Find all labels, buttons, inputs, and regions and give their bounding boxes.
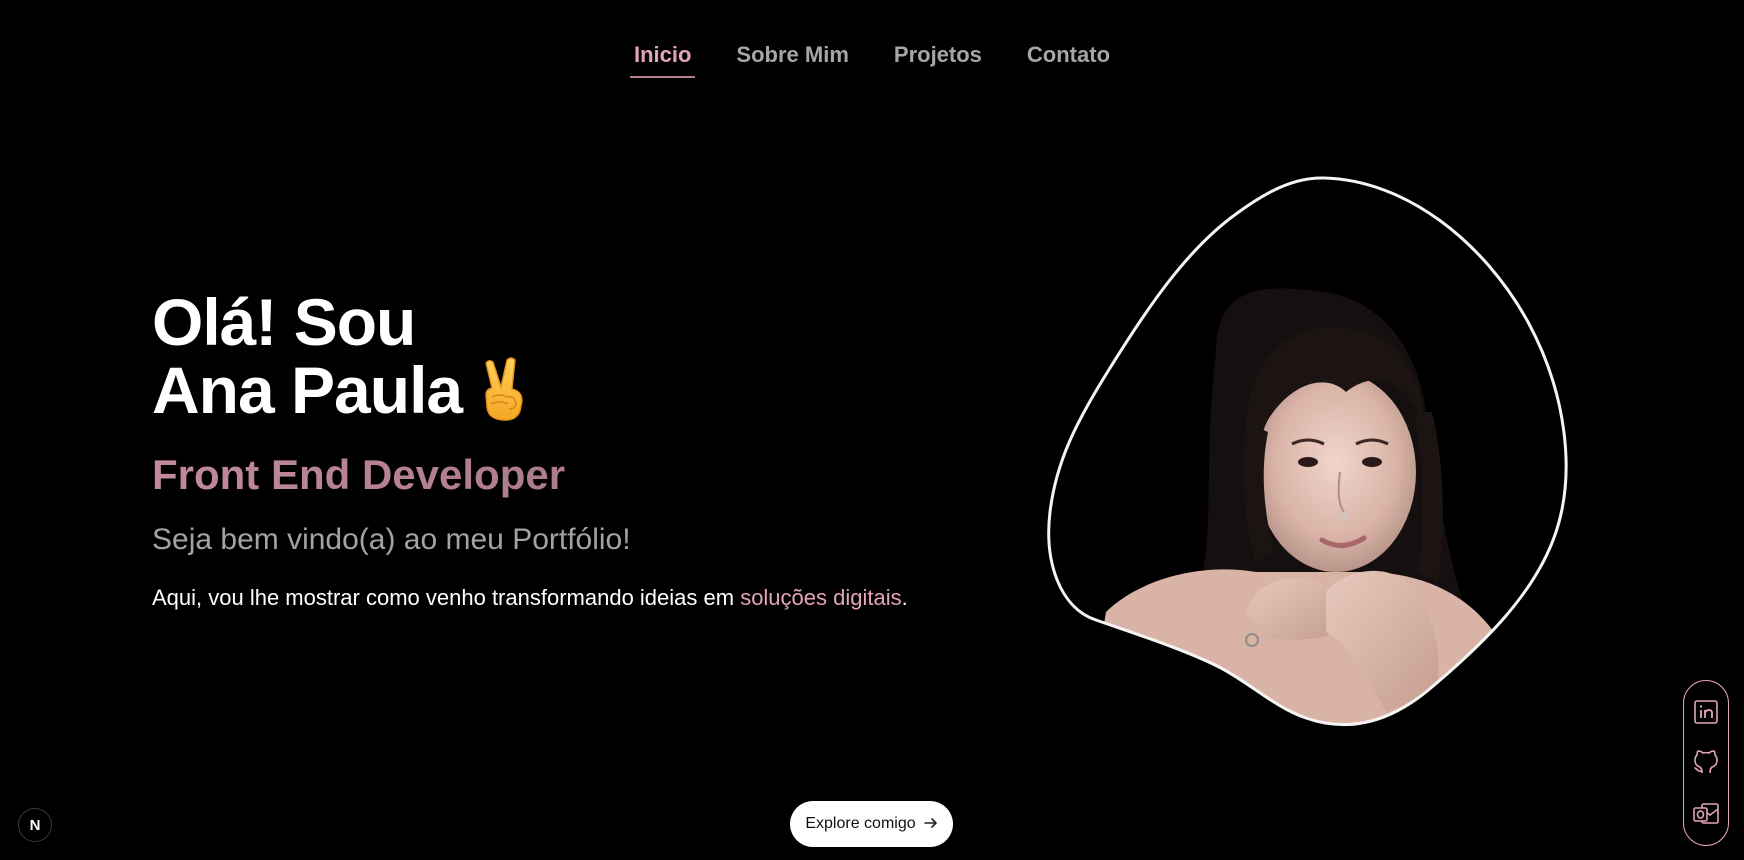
linkedin-icon[interactable] xyxy=(1692,698,1720,726)
hero-welcome: Seja bem vindo(a) ao meu Portfólio! xyxy=(152,523,631,556)
hero-title-line-2: Ana Paula xyxy=(152,353,463,427)
profile-photo-graphic xyxy=(1047,176,1568,727)
nav-item-inicio[interactable]: Inicio xyxy=(629,38,696,78)
arrow-right-icon xyxy=(923,816,938,833)
hero-title: Olá! Sou Ana Paula xyxy=(152,288,1052,432)
portfolio-page: Inicio Sobre Mim Projetos Contato Olá! S… xyxy=(0,0,1744,860)
hero-title-line-1: Olá! Sou xyxy=(152,285,416,359)
hero-description-suffix: . xyxy=(901,585,908,610)
explore-button-label: Explore comigo xyxy=(805,815,916,832)
hero-description-prefix: Aqui, vou lhe mostrar como venho transfo… xyxy=(152,585,741,610)
github-icon[interactable] xyxy=(1692,749,1720,777)
hero-description: Aqui, vou lhe mostrar como venho transfo… xyxy=(152,584,1052,612)
nav-item-sobre-mim[interactable]: Sobre Mim xyxy=(732,38,852,78)
social-links xyxy=(1683,680,1729,846)
outlook-icon[interactable] xyxy=(1692,800,1720,828)
victory-hand-icon xyxy=(476,357,530,432)
next-badge-label: N xyxy=(29,816,41,834)
hero-description-highlight: soluções digitais xyxy=(740,585,902,610)
main-nav: Inicio Sobre Mim Projetos Contato xyxy=(0,38,1744,78)
nav-item-contato[interactable]: Contato xyxy=(1023,38,1114,78)
hero-role: Front End Developer xyxy=(152,450,1052,500)
nav-item-projetos[interactable]: Projetos xyxy=(890,38,986,78)
next-badge[interactable]: N xyxy=(18,808,52,842)
hero-section: Olá! Sou Ana Paula Front End Developer S… xyxy=(152,288,1052,612)
profile-photo xyxy=(1046,172,1576,732)
hero-title-line-2-wrap: Ana Paula xyxy=(152,356,1052,432)
explore-button[interactable]: Explore comigo xyxy=(790,801,953,847)
